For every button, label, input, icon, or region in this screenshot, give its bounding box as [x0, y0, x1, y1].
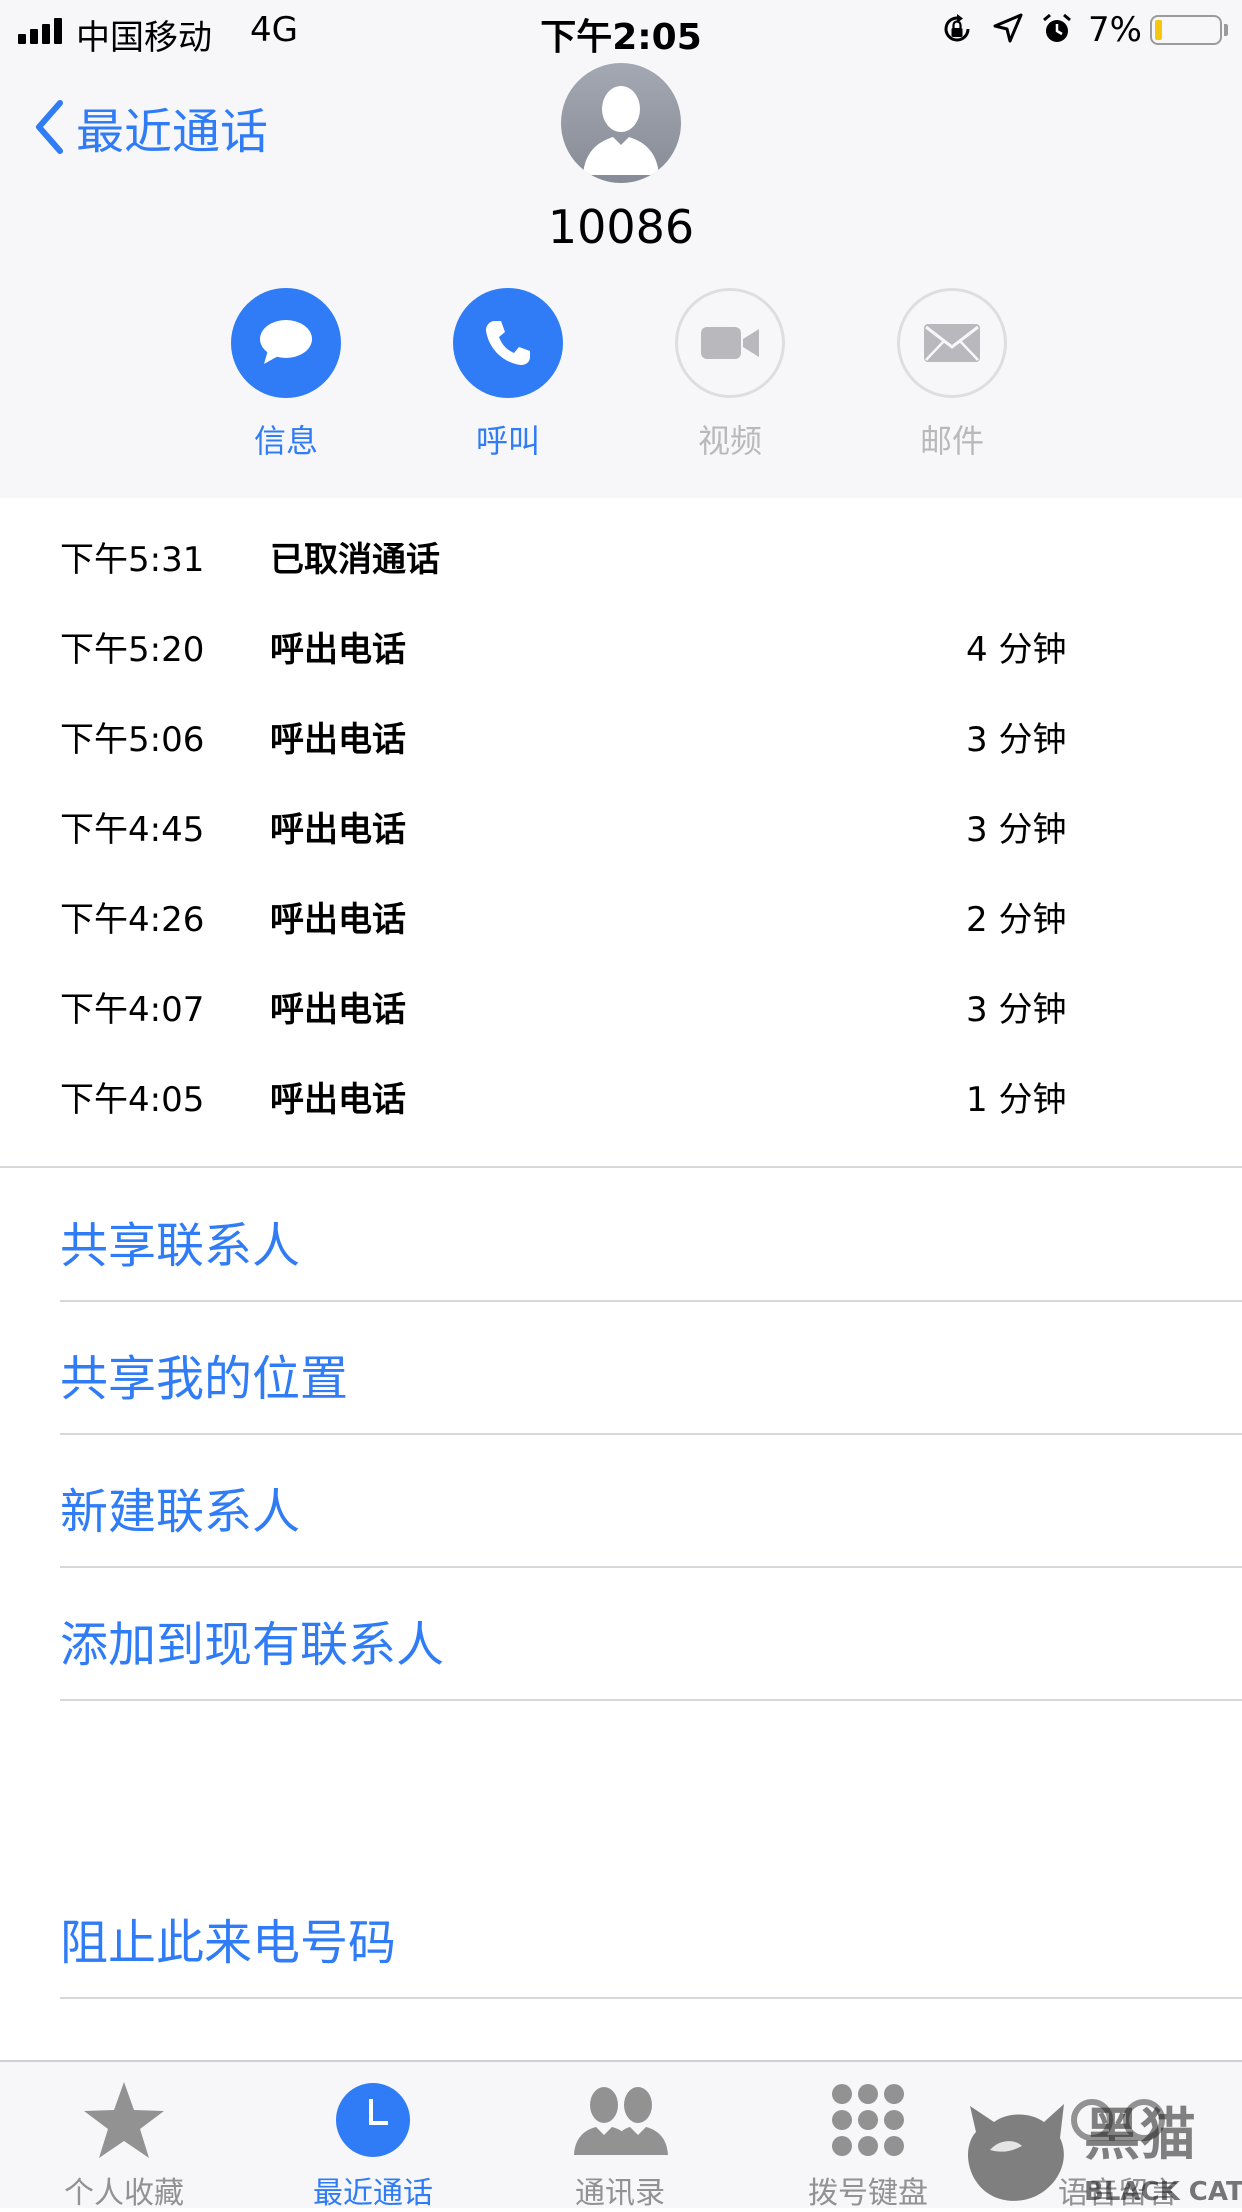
call-time: 下午4:26	[60, 900, 205, 940]
divider	[60, 1699, 1242, 1701]
call-time: 下午4:05	[60, 1080, 205, 1120]
call-duration: 1 分钟	[966, 1080, 1067, 1120]
call-row: 下午5:20 呼出电话 4 分钟	[0, 598, 1242, 688]
tab-recents[interactable]: 最近通话	[273, 2076, 473, 2212]
call-row: 下午4:05 呼出电话 1 分钟	[0, 1048, 1242, 1138]
contacts-icon	[574, 2087, 668, 2155]
orientation-lock-icon	[944, 14, 970, 42]
tab-label: 拨号键盘	[808, 2176, 928, 2211]
mail-action: 邮件	[852, 288, 1052, 462]
tab-voicemail[interactable]: 语音留言	[1018, 2076, 1218, 2212]
call-row: 下午4:26 呼出电话 2 分钟	[0, 868, 1242, 958]
share-contact-button[interactable]: 共享联系人	[60, 1206, 300, 1276]
video-label: 视频	[697, 422, 762, 460]
tab-label: 个人收藏	[64, 2176, 184, 2211]
video-button	[675, 288, 785, 398]
person-silhouette-icon	[583, 86, 659, 175]
call-duration: 3 分钟	[966, 990, 1067, 1030]
call-button[interactable]	[453, 288, 563, 398]
mail-icon	[924, 324, 980, 362]
tab-label: 最近通话	[313, 2176, 433, 2211]
call-type: 呼出电话	[270, 630, 406, 670]
call-duration: 3 分钟	[966, 810, 1067, 850]
call-duration: 2 分钟	[966, 900, 1067, 940]
back-label: 最近通话	[76, 104, 269, 160]
tab-contacts[interactable]: 通讯录	[520, 2076, 720, 2212]
contact-number: 10086	[547, 200, 695, 254]
message-action[interactable]: 信息	[186, 288, 386, 462]
message-button[interactable]	[231, 288, 341, 398]
block-caller-button[interactable]: 阻止此来电号码	[60, 1903, 396, 1973]
keypad-icon	[832, 2084, 904, 2156]
phone-icon	[486, 321, 530, 365]
call-type: 呼出电话	[270, 810, 406, 850]
chevron-left-icon	[36, 100, 63, 154]
divider	[60, 1997, 1242, 1999]
tab-bar: 个人收藏 最近通话 通讯录 拨号键盘 语音留言	[0, 2060, 1242, 2211]
call-type: 呼出电话	[270, 1080, 406, 1120]
call-time: 下午5:31	[60, 540, 205, 580]
divider	[60, 1300, 1242, 1302]
battery-percent: 7%	[1088, 10, 1142, 50]
call-time: 下午5:20	[60, 630, 205, 670]
mail-label: 邮件	[919, 422, 984, 460]
tab-favorites[interactable]: 个人收藏	[24, 2076, 224, 2212]
call-row: 下午5:06 呼出电话 3 分钟	[0, 688, 1242, 778]
battery-tip	[1224, 24, 1228, 36]
status-bar: 中国移动 4G 下午2:05 7%	[0, 0, 1242, 62]
video-icon	[701, 327, 759, 359]
avatar	[561, 63, 681, 183]
tab-label: 语音留言	[1058, 2176, 1178, 2211]
alarm-icon	[1043, 13, 1071, 42]
call-label: 呼叫	[475, 422, 540, 460]
divider	[60, 1566, 1242, 1568]
call-type: 呼出电话	[270, 720, 406, 760]
call-type: 呼出电话	[270, 990, 406, 1030]
message-label: 信息	[253, 422, 318, 460]
new-contact-button[interactable]: 新建联系人	[60, 1472, 300, 1542]
call-duration: 3 分钟	[966, 720, 1067, 760]
call-time: 下午5:06	[60, 720, 205, 760]
battery-icon	[1150, 15, 1222, 45]
share-location-button[interactable]: 共享我的位置	[60, 1339, 348, 1409]
video-action: 视频	[630, 288, 830, 462]
divider	[0, 1166, 1242, 1168]
call-row: 下午4:45 呼出电话 3 分钟	[0, 778, 1242, 868]
location-icon	[993, 13, 1023, 43]
call-action[interactable]: 呼叫	[408, 288, 608, 462]
call-duration: 4 分钟	[966, 630, 1067, 670]
tab-keypad[interactable]: 拨号键盘	[768, 2076, 968, 2212]
add-to-existing-contact-button[interactable]: 添加到现有联系人	[60, 1605, 444, 1675]
clock-icon	[336, 2083, 410, 2157]
star-icon	[84, 2082, 164, 2158]
call-type: 呼出电话	[270, 900, 406, 940]
message-icon	[260, 320, 312, 364]
call-row: 下午4:07 呼出电话 3 分钟	[0, 958, 1242, 1048]
call-time: 下午4:45	[60, 810, 205, 850]
tab-label: 通讯录	[575, 2176, 665, 2211]
call-row: 下午5:31 已取消通话	[0, 508, 1242, 598]
divider	[60, 1433, 1242, 1435]
voicemail-icon	[1071, 2099, 1165, 2141]
back-button[interactable]: 最近通话	[34, 92, 268, 162]
call-type: 已取消通话	[270, 540, 440, 580]
call-time: 下午4:07	[60, 990, 205, 1030]
mail-button	[897, 288, 1007, 398]
